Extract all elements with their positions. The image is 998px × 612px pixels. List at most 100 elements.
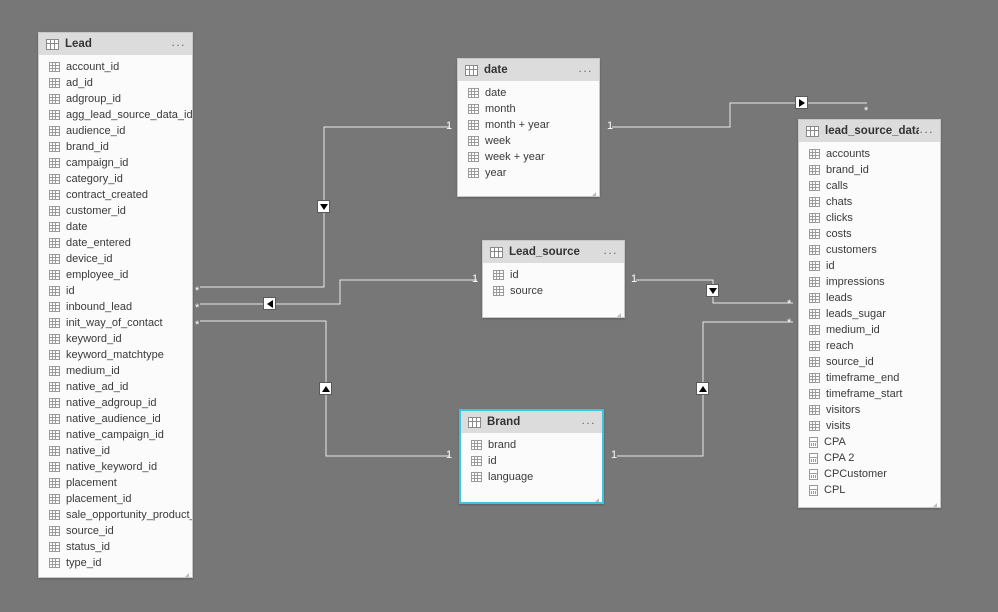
field-row[interactable]: campaign_id [39,155,192,171]
field-row[interactable]: CPA 2 [799,450,940,466]
resize-handle[interactable] [930,497,938,507]
table-header-lead_source_data[interactable]: lead_source_data... [799,120,940,142]
resize-handle[interactable] [182,567,190,577]
resize-handle[interactable] [589,186,597,196]
field-row[interactable]: placement_id [39,491,192,507]
field-row[interactable]: category_id [39,171,192,187]
table-icon [468,168,479,178]
field-row[interactable]: costs [799,226,940,242]
field-row[interactable]: visits [799,418,940,434]
field-row[interactable]: year [458,165,599,181]
table-card-lead[interactable]: Lead... account_id ad_id adgroup_id agg_lead… [38,32,193,578]
field-row[interactable]: agg_lead_source_data_id [39,107,192,123]
field-row[interactable]: date_entered [39,235,192,251]
field-row[interactable]: type_id [39,555,192,571]
field-row[interactable]: CPL [799,482,940,498]
filter-direction-marker-lead-brand[interactable] [319,382,332,395]
resize-handle[interactable] [614,307,622,317]
field-label: source [510,285,544,297]
table-field-list-lead[interactable]: account_id ad_id adgroup_id agg_lead_source… [39,55,192,577]
table-card-lead_source[interactable]: Lead_source...id source [482,240,625,318]
table-field-list-lead_source_data[interactable]: accounts brand_id calls chats clicks costs cus… [799,142,940,507]
field-row[interactable]: leads [799,290,940,306]
model-diagram-canvas[interactable]: * * * 1 1 1 1 1 1 * * * Lead... account_id ad_id adgro… [0,0,998,612]
field-row[interactable]: id [39,283,192,299]
field-row[interactable]: native_adgroup_id [39,395,192,411]
field-row[interactable]: keyword_id [39,331,192,347]
field-row[interactable]: source_id [39,523,192,539]
table-field-list-date[interactable]: date month month + year week week + year year [458,81,599,196]
field-label: employee_id [66,269,129,281]
table-card-brand[interactable]: Brand... brand id language [459,409,604,504]
field-row[interactable]: calls [799,178,940,194]
resize-handle[interactable] [592,492,600,502]
field-row[interactable]: language [461,469,602,485]
field-row[interactable]: native_ad_id [39,379,192,395]
filter-direction-marker-lead-lead_source[interactable] [263,297,276,310]
field-row[interactable]: sale_opportunity_product_... [39,507,192,523]
more-options-icon[interactable]: ... [171,36,186,50]
field-row[interactable]: brand [461,437,602,453]
filter-direction-marker-date-lead_source_data[interactable] [795,96,808,109]
field-row[interactable]: medium_id [39,363,192,379]
field-row[interactable]: CPCustomer [799,466,940,482]
field-row[interactable]: month + year [458,117,599,133]
table-card-date[interactable]: date... date month month + year week week + y… [457,58,600,197]
field-row[interactable]: native_campaign_id [39,427,192,443]
field-row[interactable]: audience_id [39,123,192,139]
field-row[interactable]: timeframe_start [799,386,940,402]
field-row[interactable]: native_audience_id [39,411,192,427]
field-row[interactable]: keyword_matchtype [39,347,192,363]
table-header-lead[interactable]: Lead... [39,33,192,55]
filter-direction-marker-lead_source-lead_source_data[interactable] [706,284,719,297]
field-row[interactable]: reach [799,338,940,354]
field-row[interactable]: leads_sugar [799,306,940,322]
field-row[interactable]: init_way_of_contact [39,315,192,331]
field-row[interactable]: source [483,283,624,299]
field-row[interactable]: adgroup_id [39,91,192,107]
more-options-icon[interactable]: ... [603,244,618,258]
field-row[interactable]: week [458,133,599,149]
table-field-list-brand[interactable]: brand id language [461,433,602,502]
table-header-lead_source[interactable]: Lead_source... [483,241,624,263]
field-row[interactable]: medium_id [799,322,940,338]
table-card-lead_source_data[interactable]: lead_source_data... accounts brand_id calls… [798,119,941,508]
table-header-brand[interactable]: Brand... [461,411,602,433]
field-row[interactable]: native_keyword_id [39,459,192,475]
field-row[interactable]: employee_id [39,267,192,283]
field-row[interactable]: week + year [458,149,599,165]
field-row[interactable]: brand_id [39,139,192,155]
field-row[interactable]: timeframe_end [799,370,940,386]
table-field-list-lead_source[interactable]: id source [483,263,624,317]
more-options-icon[interactable]: ... [578,62,593,76]
field-row[interactable]: clicks [799,210,940,226]
field-row[interactable]: date [458,85,599,101]
more-options-icon[interactable]: ... [581,414,596,428]
field-row[interactable]: source_id [799,354,940,370]
table-header-date[interactable]: date... [458,59,599,81]
field-row[interactable]: id [461,453,602,469]
field-row[interactable]: account_id [39,59,192,75]
field-row[interactable]: impressions [799,274,940,290]
field-row[interactable]: customer_id [39,203,192,219]
filter-direction-marker-brand-lead_source_data[interactable] [696,382,709,395]
field-row[interactable]: CPA [799,434,940,450]
field-row[interactable]: device_id [39,251,192,267]
field-row[interactable]: accounts [799,146,940,162]
field-row[interactable]: ad_id [39,75,192,91]
field-row[interactable]: month [458,101,599,117]
filter-direction-marker-lead-date[interactable] [317,200,330,213]
field-row[interactable]: chats [799,194,940,210]
field-row[interactable]: inbound_lead [39,299,192,315]
field-row[interactable]: status_id [39,539,192,555]
more-options-icon[interactable]: ... [919,123,934,137]
field-row[interactable]: id [483,267,624,283]
field-row[interactable]: id [799,258,940,274]
field-row[interactable]: visitors [799,402,940,418]
field-row[interactable]: brand_id [799,162,940,178]
field-row[interactable]: native_id [39,443,192,459]
field-row[interactable]: placement [39,475,192,491]
field-row[interactable]: date [39,219,192,235]
field-row[interactable]: contract_created [39,187,192,203]
field-row[interactable]: customers [799,242,940,258]
